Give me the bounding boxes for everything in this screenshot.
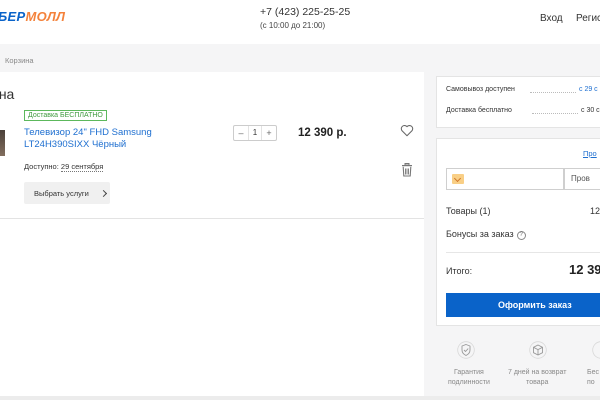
qty-increase-button[interactable]: +	[262, 126, 276, 140]
heart-icon[interactable]	[400, 124, 414, 137]
login-link[interactable]: Вход	[540, 13, 563, 24]
bonus-row: Бонусы за заказ?	[446, 229, 526, 240]
total-divider	[446, 252, 600, 253]
total-label: Итого:	[446, 266, 473, 276]
bottom-divider	[0, 396, 600, 400]
page-title: ина	[0, 86, 15, 102]
feature-return-line2: товара	[526, 379, 549, 386]
item-price: 12 390 р.	[298, 127, 347, 139]
feature-free-delivery-line1: Бес	[587, 369, 599, 376]
logo-main: БЕР	[0, 9, 26, 24]
product-image[interactable]	[0, 130, 5, 156]
checkout-button[interactable]: Оформить заказ	[446, 293, 600, 317]
feature-free-delivery-line2: по	[587, 379, 595, 386]
product-name-link[interactable]: Телевизор 24" FHD Samsung LT24H390SIXX Ч…	[24, 127, 164, 151]
feature-return-line1: 7 дней на возврат	[508, 369, 567, 376]
delivery-icon	[592, 341, 600, 359]
feature-authenticity-line2: подлинности	[448, 379, 490, 386]
delivery-dots	[532, 113, 578, 114]
qty-decrease-button[interactable]: –	[234, 126, 248, 140]
logo-accent: МОЛЛ	[25, 9, 66, 24]
promo-tag-icon	[452, 174, 464, 184]
shipping-card	[436, 76, 600, 128]
availability-text: Доступно: 29 сентября	[24, 162, 104, 172]
site-logo[interactable]: БЕРМОЛЛ	[0, 9, 65, 24]
breadcrumb[interactable]: Корзина	[5, 56, 34, 65]
pickup-label: Самовывоз доступен	[446, 86, 515, 93]
phone-number[interactable]: +7 (423) 225-25-25	[260, 6, 350, 18]
site-header: БЕРМОЛЛ +7 (423) 225-25-25 (с 10:00 до 2…	[0, 0, 600, 44]
chevron-right-icon	[99, 189, 107, 197]
feature-return: 7 дней на возврат товара	[508, 368, 566, 388]
promo-check-button[interactable]: Пров	[564, 168, 600, 190]
goods-sum-value: 12	[590, 206, 600, 216]
delivery-label: Доставка бесплатно	[446, 107, 512, 114]
feature-authenticity-line1: Гарантия	[454, 369, 484, 376]
feature-free-delivery: Бес по	[587, 368, 599, 388]
goods-count-label: Товары (1)	[446, 206, 491, 216]
bonus-label: Бонусы за заказ	[446, 229, 514, 239]
choose-services-label: Выбрать услуги	[34, 188, 89, 198]
delivery-date: с 30 с	[581, 107, 600, 114]
trash-icon[interactable]	[401, 163, 413, 177]
item-divider	[0, 218, 424, 219]
availability-label: Доступно:	[24, 162, 61, 171]
feature-authenticity: Гарантия подлинности	[448, 368, 490, 388]
box-return-icon	[529, 341, 547, 359]
choose-services-button[interactable]: Выбрать услуги	[24, 182, 110, 204]
help-icon[interactable]: ?	[516, 231, 526, 240]
pickup-dots	[530, 92, 576, 93]
free-delivery-badge: Доставка БЕСПЛАТНО	[24, 110, 107, 121]
pickup-date-link[interactable]: с 29 с	[579, 86, 598, 93]
promo-code-link[interactable]: Про	[583, 149, 597, 158]
availability-date[interactable]: 29 сентября	[60, 162, 104, 172]
shield-check-icon	[457, 341, 475, 359]
working-hours: (с 10:00 до 21:00)	[260, 21, 326, 30]
quantity-stepper: – 1 +	[233, 125, 277, 141]
register-link[interactable]: Регис	[576, 13, 600, 24]
total-value: 12 39	[569, 262, 600, 277]
qty-value[interactable]: 1	[248, 126, 262, 140]
